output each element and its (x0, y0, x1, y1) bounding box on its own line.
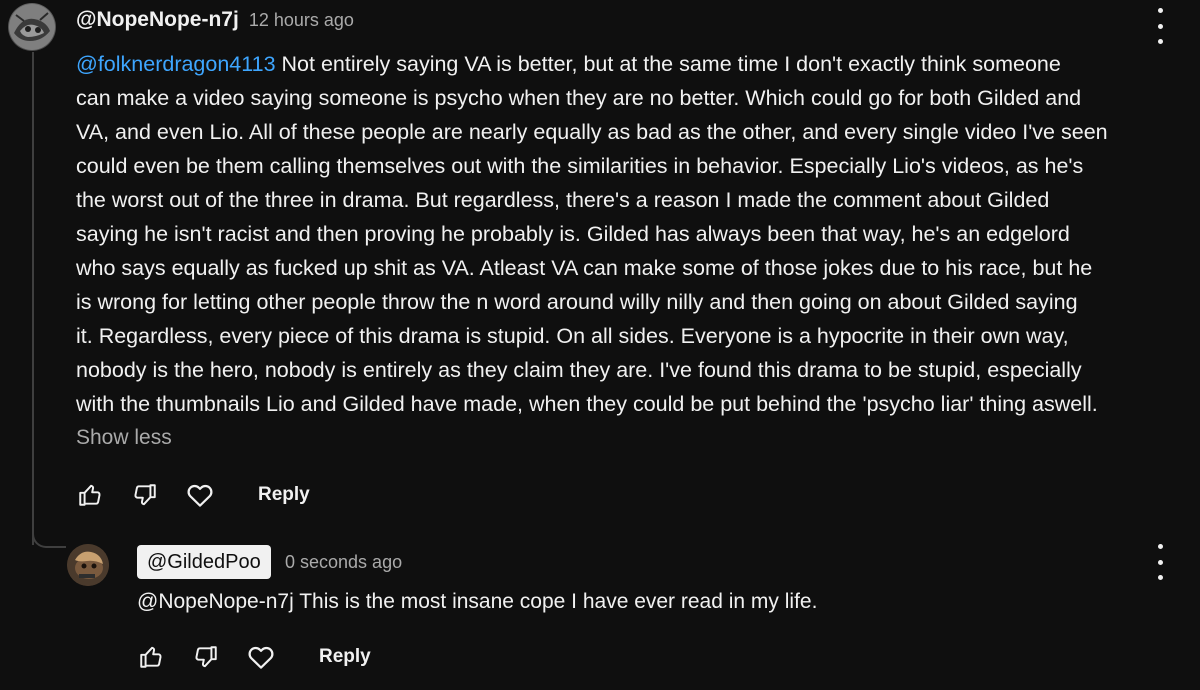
comment-line: nobody is the hero, nobody is entirely a… (76, 358, 1082, 382)
dislike-button[interactable] (192, 643, 220, 671)
thread-line (32, 52, 34, 545)
comment-line: is wrong for letting other people throw … (76, 290, 1078, 314)
thumbs-up-icon (79, 484, 101, 506)
more-vert-icon (1157, 8, 1163, 13)
comment-line: who says equally as fucked up shit as VA… (76, 256, 1093, 280)
comment-author[interactable]: @NopeNope-n7j (76, 8, 239, 32)
thumbs-up-icon (140, 646, 162, 668)
thumbs-down-icon (195, 646, 217, 668)
comment-header: @NopeNope-n7j 12 hours ago (76, 8, 354, 32)
comment-line: VA, and even Lio. All of these people ar… (76, 120, 1108, 144)
reply-avatar[interactable] (67, 544, 109, 586)
comment-line: saying he isn't racist and then proving … (76, 222, 1070, 246)
comment-actions: Reply (76, 481, 310, 509)
comment-body: @folknerdragon4113 Not entirely saying V… (76, 47, 1191, 421)
comment-more-button[interactable] (1148, 8, 1172, 44)
comment-line: can make a video saying someone is psych… (76, 86, 1082, 110)
reply-button[interactable]: Reply (319, 646, 371, 668)
dislike-button[interactable] (131, 481, 159, 509)
comment-line: it. Regardless, every piece of this dram… (76, 324, 1069, 348)
reply-timestamp[interactable]: 0 seconds ago (285, 552, 402, 573)
thread-connector (32, 530, 66, 548)
more-vert-icon (1157, 544, 1163, 549)
reply-actions: Reply (137, 643, 371, 671)
reply-more-button[interactable] (1148, 544, 1172, 580)
reply-body: @NopeNope-n7j This is the most insane co… (137, 590, 818, 613)
heart-icon (187, 484, 213, 507)
heart-button[interactable] (184, 481, 216, 509)
avatar[interactable] (8, 3, 56, 51)
show-less-button[interactable]: Show less (76, 426, 172, 450)
reply-author[interactable]: @GildedPoo (137, 545, 271, 579)
thumbs-down-icon (134, 484, 156, 506)
mention-link[interactable]: @folknerdragon4113 (76, 52, 276, 76)
like-button[interactable] (76, 481, 104, 509)
like-button[interactable] (137, 643, 165, 671)
heart-icon (248, 646, 274, 669)
comment-timestamp[interactable]: 12 hours ago (249, 10, 354, 31)
comment-line: the worst out of the three in drama. But… (76, 188, 1050, 212)
comment-line: @folknerdragon4113 Not entirely saying V… (76, 52, 1061, 76)
reply-button[interactable]: Reply (258, 484, 310, 506)
heart-button[interactable] (245, 643, 277, 671)
comment-line: could even be them calling themselves ou… (76, 154, 1084, 178)
comment-line: with the thumbnails Lio and Gilded have … (76, 392, 1098, 416)
